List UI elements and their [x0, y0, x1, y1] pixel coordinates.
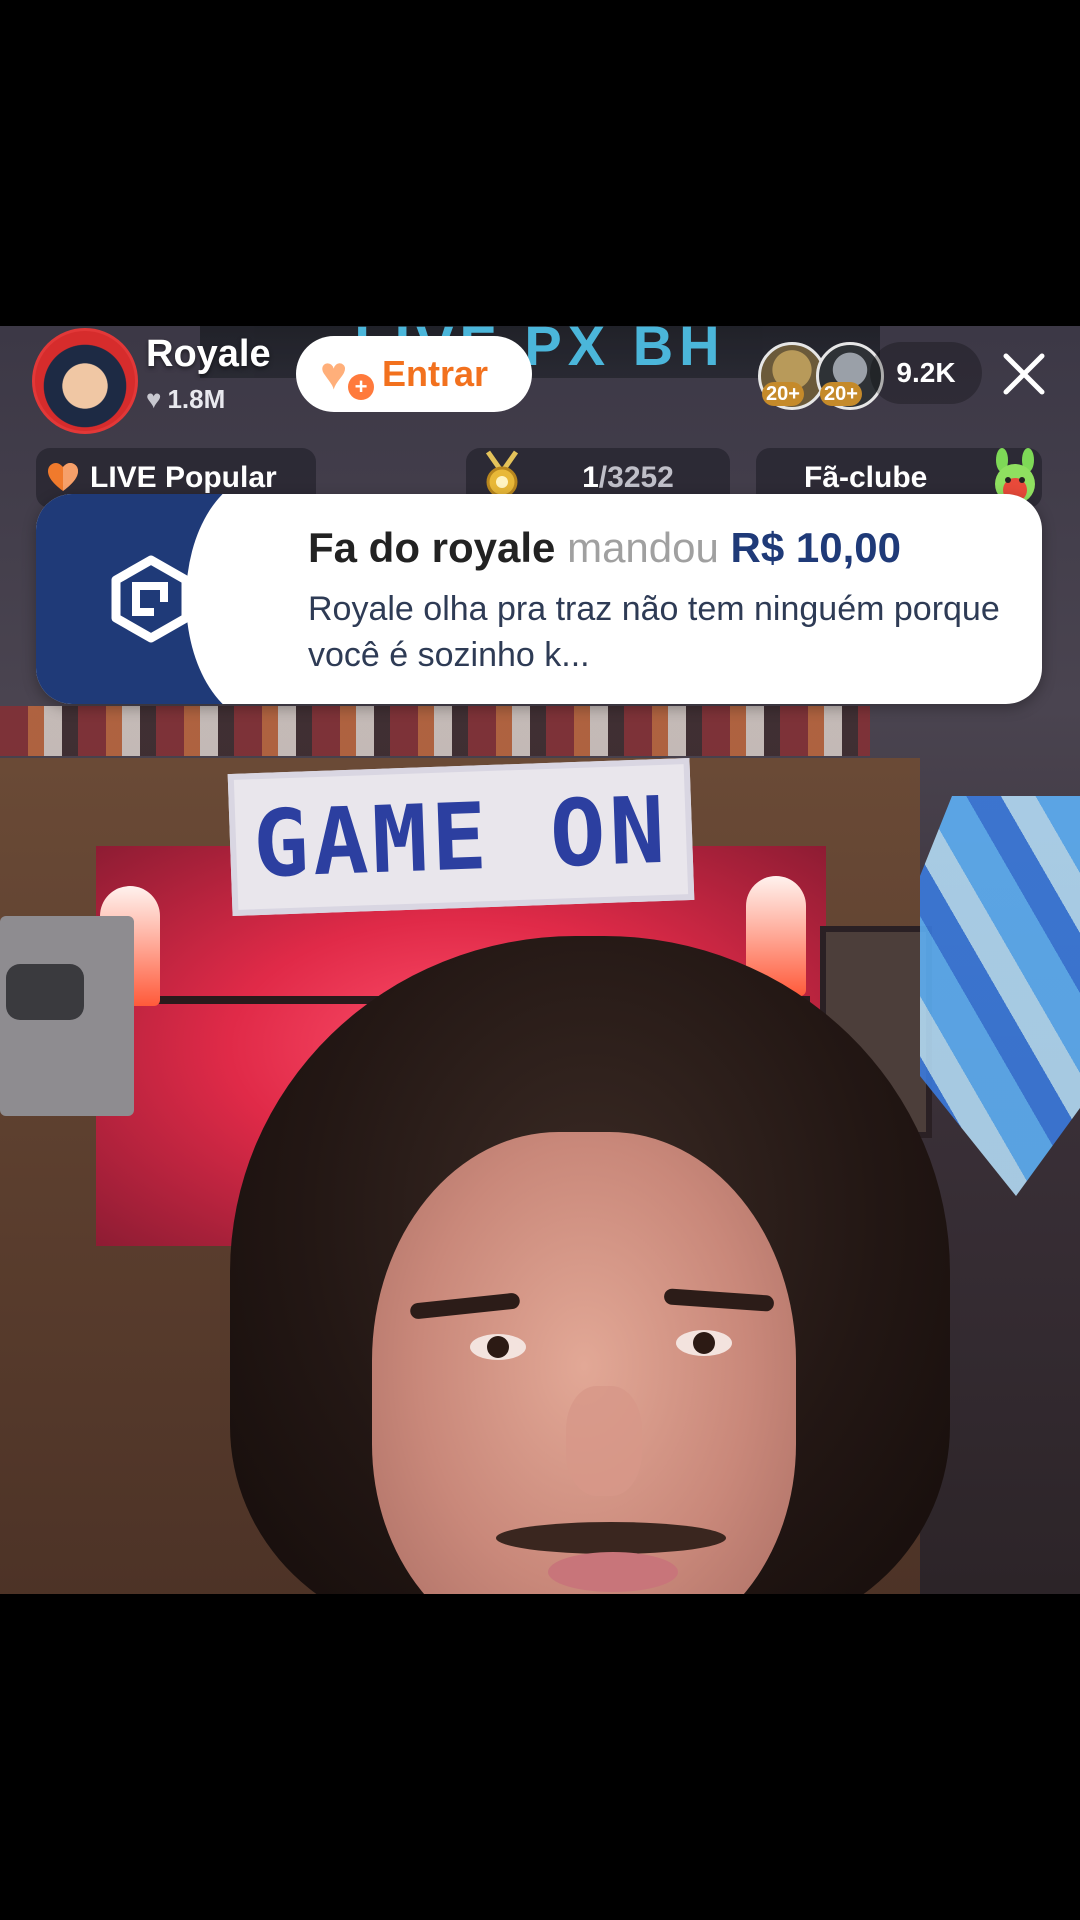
medal-icon: [485, 450, 519, 498]
viewer-level-badge: 20+: [762, 382, 804, 406]
join-button[interactable]: ♥ + Entrar: [296, 336, 532, 412]
heart-icon: ♥: [146, 384, 162, 414]
heart-icon: [48, 463, 78, 491]
likes-count: 1.8M: [167, 384, 226, 414]
host-name[interactable]: Royale: [146, 333, 271, 376]
viewer-level-badge: 20+: [820, 382, 862, 406]
gift-title: Fa do royale mandou R$ 10,00: [308, 524, 901, 572]
gift-message: Royale olha pra traz não tem ninguém por…: [308, 590, 1000, 674]
payment-logo-icon: [111, 555, 191, 643]
rank-total: /3252: [598, 461, 674, 494]
rank-current: 1: [582, 461, 599, 494]
join-label: Entrar: [382, 353, 489, 394]
live-popular-label: LIVE Popular: [90, 461, 277, 494]
gift-amount: R$ 10,00: [730, 524, 901, 571]
gift-notification[interactable]: Fa do royale mandou R$ 10,00 Royale olha…: [36, 494, 1042, 704]
close-button[interactable]: [996, 346, 1052, 402]
host-likes: ♥ 1.8M: [146, 384, 225, 415]
host-avatar[interactable]: [32, 328, 138, 434]
gift-sender: Fa do royale: [308, 524, 556, 571]
fan-club-label: Fã-clube: [804, 461, 928, 494]
close-icon: [1003, 353, 1045, 395]
live-overlay: Royale ♥ 1.8M ♥ + Entrar 20+ 20+ 9.2K LIV…: [0, 0, 1080, 1920]
gift-verb: mandou: [567, 524, 719, 571]
heart-plus-icon: ♥ +: [320, 350, 374, 400]
viewer-count[interactable]: 9.2K: [870, 342, 982, 404]
